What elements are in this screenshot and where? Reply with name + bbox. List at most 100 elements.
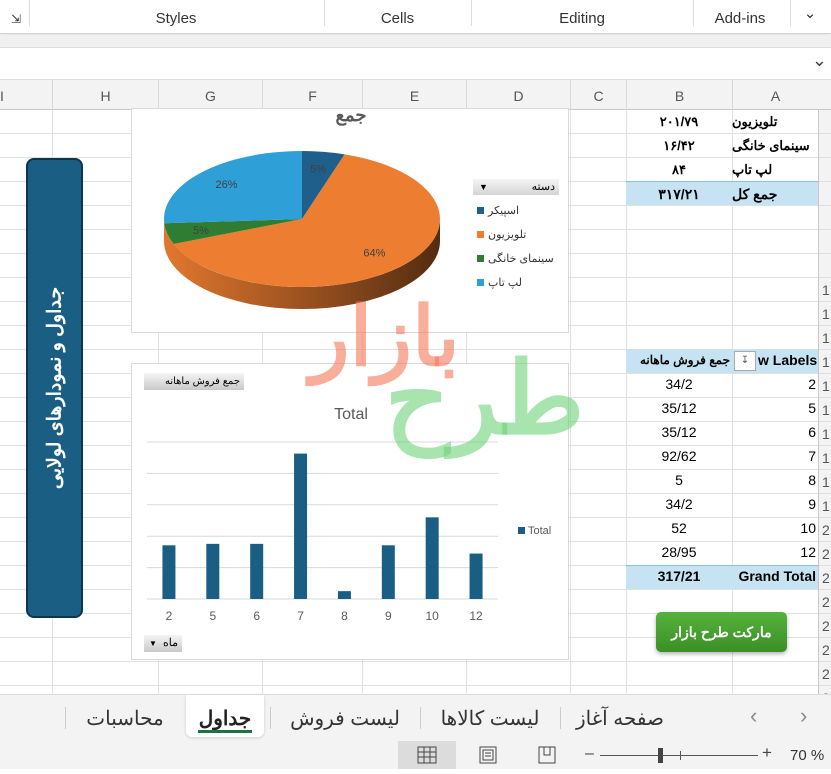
pivot-value[interactable]: 35/12 (626, 400, 732, 416)
dialog-launcher-icon[interactable]: ⇲ (6, 0, 26, 34)
summary-total-label[interactable]: جمع کل (732, 186, 816, 203)
column-header[interactable]: H (52, 80, 158, 110)
normal-view-button[interactable] (398, 741, 456, 769)
pivot-value[interactable]: 92/62 (626, 448, 732, 464)
summary-value[interactable]: ۱۶/۴۲ (626, 138, 732, 154)
zoom-in-button[interactable]: + (762, 743, 772, 763)
pivot-value[interactable]: 5 (626, 472, 732, 488)
row-header[interactable] (819, 206, 831, 230)
legend-label[interactable]: Total (528, 525, 551, 537)
field-button-value[interactable]: جمع فروش ماهانه (144, 373, 244, 390)
zoom-level[interactable]: 70 % (790, 747, 824, 764)
pivot-row-label[interactable]: 5 (732, 400, 816, 416)
title-banner[interactable]: جداول و نمودارهای لولایی (26, 158, 83, 618)
pivot-row-label[interactable]: 10 (732, 520, 816, 536)
bar[interactable] (250, 543, 264, 599)
ribbon-group-editing[interactable]: Editing (472, 0, 692, 34)
pivot-value[interactable]: 28/95 (626, 544, 732, 560)
row-header[interactable]: 1 (819, 446, 831, 470)
summary-total-value[interactable]: ۳۱۷/۲۱ (626, 186, 732, 203)
market-button[interactable]: مارکت طرح بازار (656, 612, 787, 652)
chevron-right-icon[interactable]: › (800, 703, 807, 729)
pivot-row-label[interactable]: 2 (732, 376, 816, 392)
row-header[interactable]: 2 (819, 542, 831, 566)
pivot-value[interactable]: 52 (626, 520, 732, 536)
row-header[interactable] (819, 230, 831, 254)
pivot-value[interactable]: 34/2 (626, 376, 732, 392)
row-header[interactable]: 2 (819, 566, 831, 590)
summary-value[interactable]: ۲۰۱/۷۹ (626, 114, 732, 130)
chevron-left-icon[interactable]: ‹ (750, 703, 757, 729)
column-header[interactable]: A (732, 80, 818, 110)
summary-value[interactable]: ۸۴ (626, 162, 732, 178)
pivot-row-label[interactable]: 9 (732, 496, 816, 512)
row-header[interactable] (819, 134, 831, 158)
row-header[interactable]: 1 (819, 350, 831, 374)
sheet-tab-tables[interactable]: جداول (186, 695, 264, 737)
column-header[interactable]: G (158, 80, 262, 110)
row-header[interactable]: 1 (819, 302, 831, 326)
column-header[interactable]: C (570, 80, 626, 110)
row-header[interactable]: 1 (819, 494, 831, 518)
pivot-row-label[interactable]: 8 (732, 472, 816, 488)
row-header[interactable]: 1 (819, 374, 831, 398)
axis-filter-button[interactable]: ▼ ماه (144, 635, 182, 652)
summary-label[interactable]: لپ تاپ (732, 162, 816, 178)
sort-filter-button[interactable]: ↧ (734, 351, 756, 371)
bar[interactable] (469, 553, 483, 599)
legend-item[interactable]: تلویزیون (477, 228, 526, 241)
row-header[interactable]: 1 (819, 470, 831, 494)
row-header[interactable] (819, 182, 831, 206)
pie-chart[interactable]: جمع 5% 64% 5% 26% دسته ▼ اسپیکر تلویزیون سینم… (131, 105, 569, 333)
page-layout-icon[interactable] (476, 741, 500, 769)
row-header[interactable] (819, 158, 831, 182)
column-header[interactable]: D (466, 80, 570, 110)
pivot-row-label[interactable]: 7 (732, 448, 816, 464)
summary-label[interactable]: سینمای خانگی (732, 138, 816, 154)
row-header[interactable]: 1 (819, 398, 831, 422)
legend-item[interactable]: سینمای خانگی (477, 252, 554, 265)
pivot-row-label[interactable]: 12 (732, 544, 816, 560)
pivot-value[interactable]: 34/2 (626, 496, 732, 512)
legend-item[interactable]: اسپیکر (477, 204, 519, 217)
legend-item[interactable]: لپ تاپ (477, 276, 522, 289)
formula-bar[interactable]: ⌄ (0, 47, 831, 80)
chevron-up-icon[interactable]: ⌄ (795, 0, 825, 34)
row-header[interactable]: 1 (819, 326, 831, 350)
row-header[interactable]: 2 (819, 686, 831, 694)
row-header[interactable]: 2 (819, 590, 831, 614)
bar[interactable] (206, 543, 220, 599)
pivot-header-values[interactable]: جمع فروش ماهانه (630, 353, 730, 367)
column-header[interactable]: F (262, 80, 362, 110)
bar[interactable] (337, 591, 351, 599)
zoom-out-button[interactable]: – (585, 745, 594, 763)
chevron-down-icon[interactable]: ⌄ (812, 50, 827, 71)
sheet-tab-calculations[interactable]: محاسبات (70, 695, 180, 737)
page-break-icon[interactable] (535, 741, 559, 769)
bar[interactable] (162, 545, 176, 599)
column-header[interactable]: E (362, 80, 466, 110)
row-header[interactable] (819, 254, 831, 278)
sheet-tab-home[interactable]: صفحه آغاز (565, 695, 675, 737)
summary-label[interactable]: تلویزیون (732, 114, 816, 130)
row-header[interactable]: 2 (819, 518, 831, 542)
row-header[interactable]: 1 (819, 422, 831, 446)
ribbon-group-addins[interactable]: Add-ins (694, 0, 786, 34)
row-header[interactable]: 2 (819, 638, 831, 662)
legend-filter-button[interactable]: دسته ▼ (473, 179, 559, 195)
zoom-slider[interactable] (600, 755, 758, 756)
bar-chart[interactable]: جمع فروش ماهانه Total 2 5 6 7 8 9 10 12 Total ▼ … (131, 363, 569, 660)
row-header[interactable]: 1 (819, 278, 831, 302)
pivot-row-label[interactable]: 6 (732, 424, 816, 440)
ribbon-group-cells[interactable]: Cells (325, 0, 470, 34)
pivot-total-value[interactable]: 317/21 (626, 568, 732, 584)
ribbon-group-styles[interactable]: Styles (30, 0, 322, 34)
sheet-tab-sales-list[interactable]: لیست فروش (275, 695, 415, 737)
column-header[interactable]: B (626, 80, 732, 110)
row-header[interactable]: 2 (819, 614, 831, 638)
zoom-slider-thumb[interactable] (658, 748, 663, 763)
pivot-value[interactable]: 35/12 (626, 424, 732, 440)
sheet-tab-products-list[interactable]: لیست کالاها (425, 695, 555, 737)
bar[interactable] (381, 545, 395, 599)
bar[interactable] (425, 517, 439, 599)
